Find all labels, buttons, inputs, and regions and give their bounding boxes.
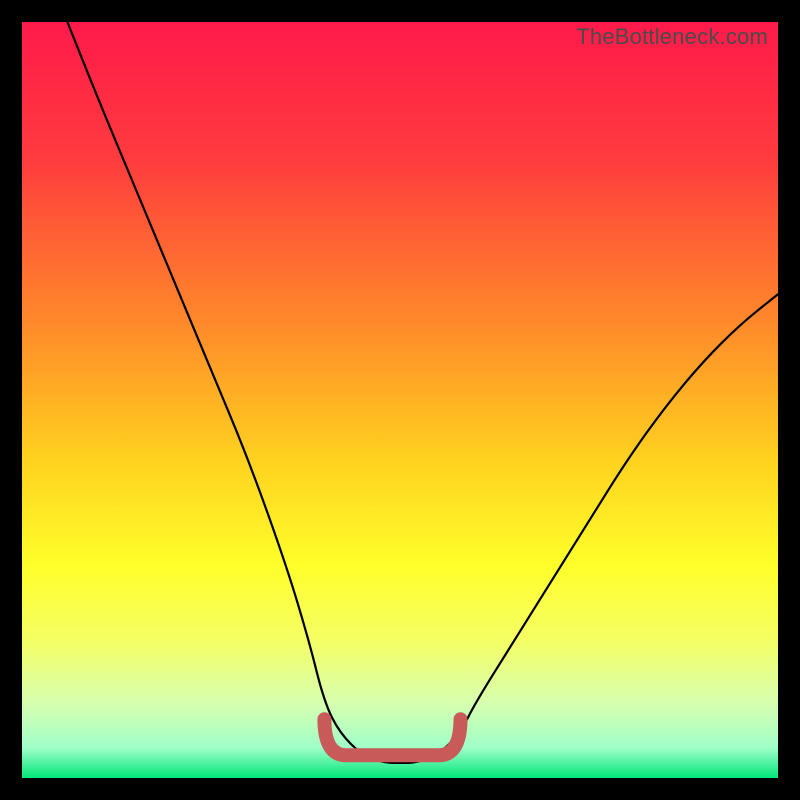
chart-frame: TheBottleneck.com [0,0,800,800]
curve-layer [22,22,778,778]
bottleneck-curve [67,22,778,763]
plot-area: TheBottleneck.com [22,22,778,778]
watermark-text: TheBottleneck.com [576,24,768,50]
